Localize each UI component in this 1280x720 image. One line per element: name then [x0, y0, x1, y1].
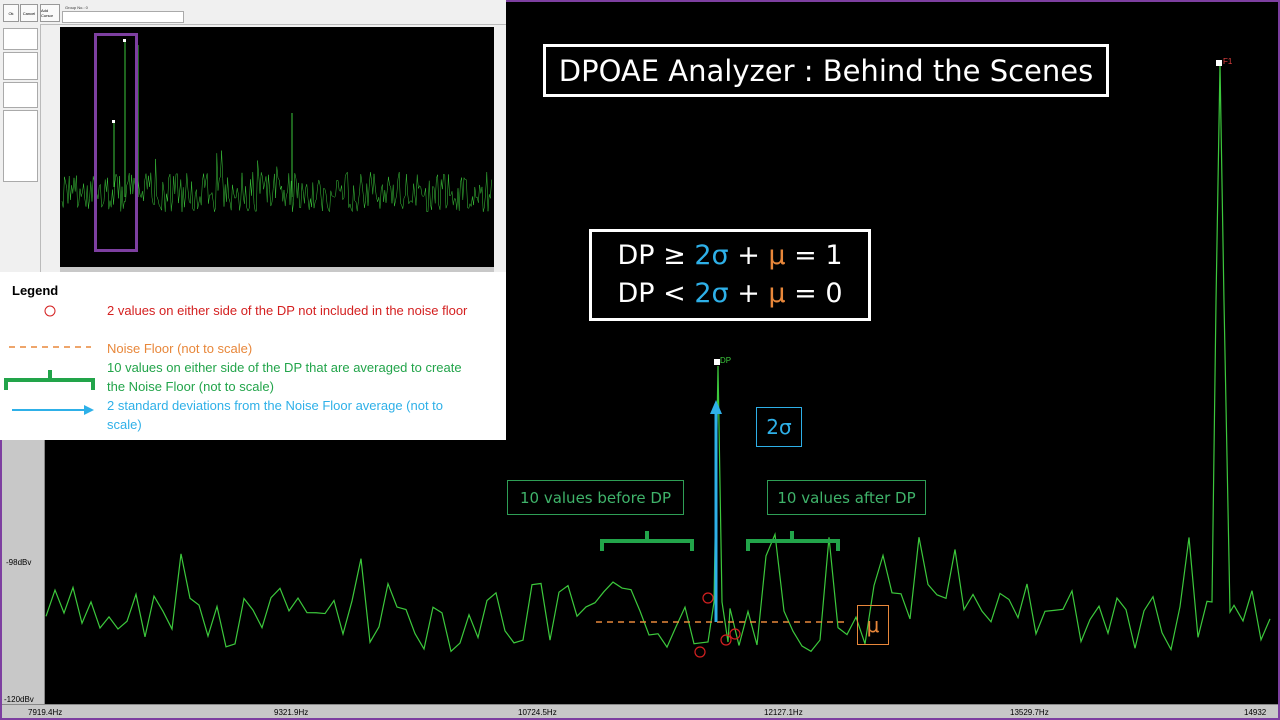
- bracket-icon: [4, 370, 95, 390]
- x-tick-label: 7919.4Hz: [28, 708, 63, 717]
- y-tick-label: -98dBv: [6, 558, 32, 567]
- formula-mu: μ: [768, 240, 786, 271]
- legend: Legend 2 values on either side of the DP…: [0, 272, 506, 440]
- sigma-arrow-head: [710, 400, 722, 414]
- side-panel: [3, 110, 38, 182]
- red-circle-icon: [44, 305, 56, 317]
- side-panel: [3, 82, 38, 108]
- excluded-value-circle: [720, 634, 732, 646]
- thumbnail-toolbar: Ok Cancel Add Cursor Group No.: 0: [0, 0, 506, 25]
- dp-region-highlight: [94, 33, 138, 252]
- sigma-label: 2σ: [756, 407, 802, 447]
- group-panel: [62, 11, 184, 23]
- x-tick-label: 9321.9Hz: [274, 708, 309, 717]
- formula-text: +: [728, 240, 769, 271]
- formula-text: DP ≥: [617, 240, 695, 271]
- f1-peak-marker: [1216, 60, 1222, 66]
- formula-text: +: [728, 278, 769, 309]
- formula-text: = 0: [785, 278, 843, 309]
- add-cursor-button[interactable]: Add Cursor: [40, 4, 60, 22]
- cancel-button[interactable]: Cancel: [20, 4, 38, 22]
- formula-line-absent: DP < 2σ + μ = 0: [617, 275, 842, 313]
- formula-text: = 1: [785, 240, 843, 271]
- criteria-formula: DP ≥ 2σ + μ = 1 DP < 2σ + μ = 0: [589, 229, 871, 321]
- excluded-value-circle: [702, 592, 714, 604]
- analyzer-thumbnail: Ok Cancel Add Cursor Group No.: 0: [0, 0, 506, 272]
- group-label: Group No.: 0: [65, 5, 88, 10]
- before-dp-label: 10 values before DP: [507, 480, 684, 515]
- thumbnail-sidebar: [0, 24, 41, 272]
- formula-sigma: 2σ: [694, 278, 729, 309]
- legend-item-excluded: 2 values on either side of the DP not in…: [107, 303, 468, 318]
- y-tick-label: -120dBv: [4, 695, 34, 704]
- f1-peak-label: F1: [1223, 57, 1233, 66]
- formula-mu: μ: [768, 278, 786, 309]
- side-panel: [3, 52, 38, 80]
- legend-symbols: [4, 305, 95, 415]
- legend-item-noise-floor: Noise Floor (not to scale): [107, 341, 253, 356]
- ok-button[interactable]: Ok: [3, 4, 19, 22]
- arrow-head-icon: [84, 405, 94, 415]
- after-bracket: [746, 531, 840, 551]
- legend-item-averaged: 10 values on either side of the DP that …: [107, 360, 462, 394]
- formula-line-present: DP ≥ 2σ + μ = 1: [617, 237, 842, 275]
- x-tick-label: 10724.5Hz: [518, 708, 557, 717]
- x-axis: 7919.4Hz 9321.9Hz 10724.5Hz 12127.1Hz 13…: [2, 704, 1278, 718]
- before-bracket: [600, 531, 694, 551]
- after-dp-label: 10 values after DP: [767, 480, 926, 515]
- formula-sigma: 2σ: [694, 240, 729, 271]
- page-title: DPOAE Analyzer : Behind the Scenes: [543, 44, 1109, 97]
- x-tick-label: 14932: [1244, 708, 1267, 717]
- excluded-value-circle: [694, 646, 706, 658]
- side-panel: [3, 28, 38, 50]
- x-tick-label: 13529.7Hz: [1010, 708, 1049, 717]
- mu-label: μ: [857, 605, 889, 645]
- formula-text: DP <: [617, 278, 695, 309]
- dp-peak-label: DP: [720, 356, 732, 365]
- legend-item-sigma: 2 standard deviations from the Noise Flo…: [107, 398, 444, 432]
- x-tick-label: 12127.1Hz: [764, 708, 803, 717]
